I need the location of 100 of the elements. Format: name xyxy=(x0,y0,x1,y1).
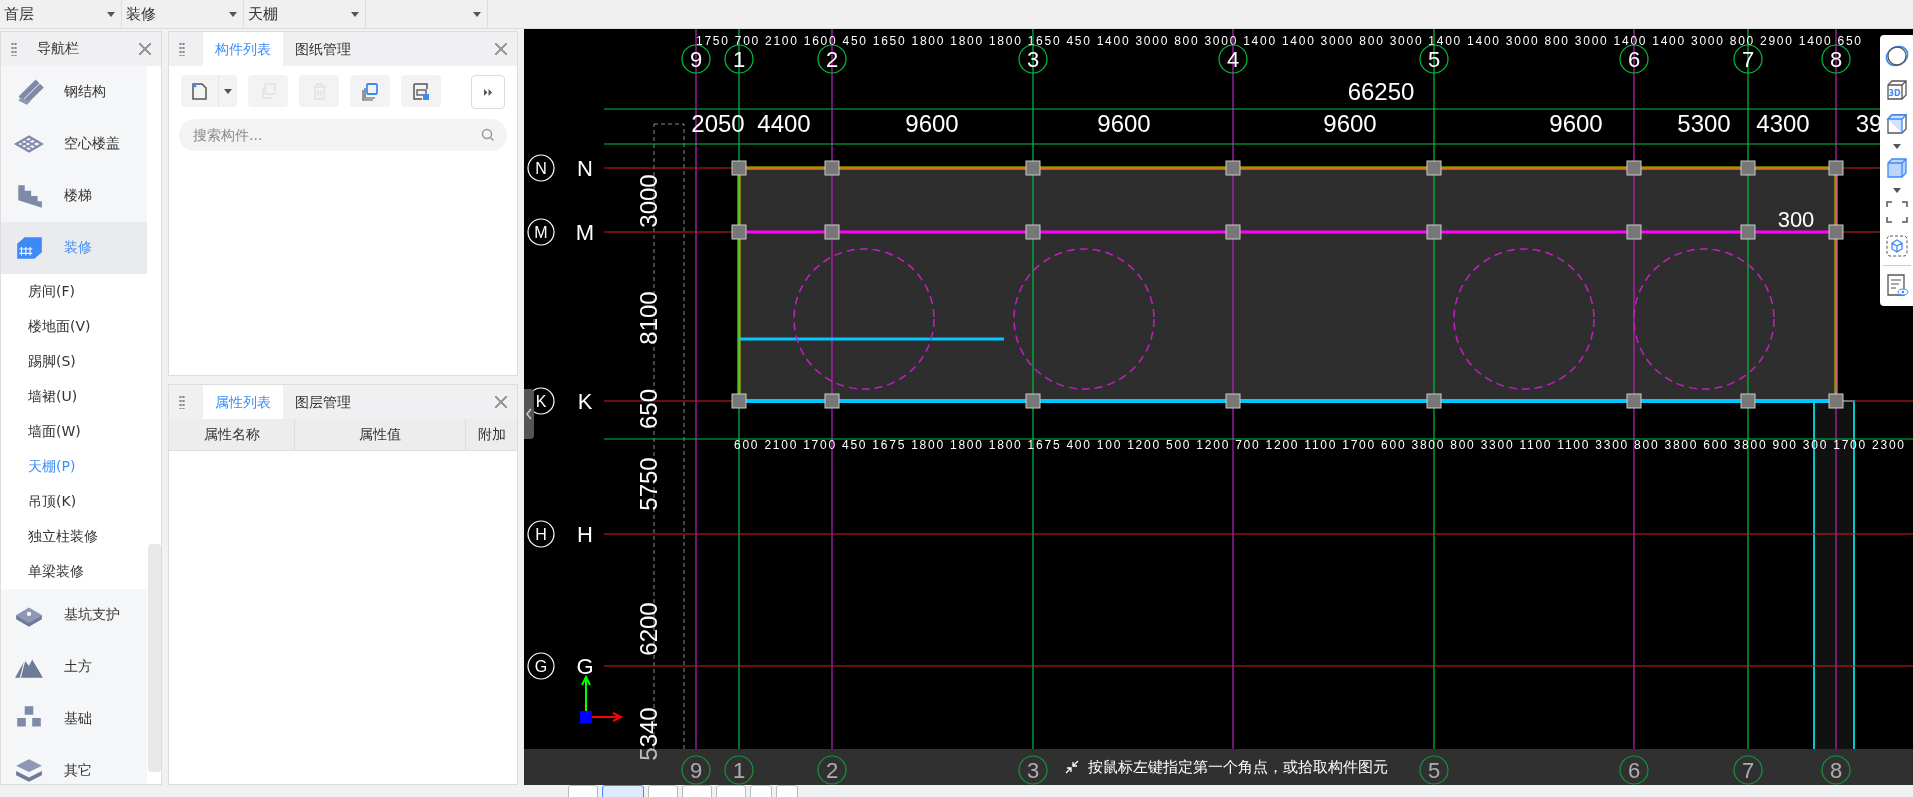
nav-subitem[interactable]: 楼地面(V) xyxy=(1,309,147,344)
dimension-text: 650 xyxy=(635,389,662,429)
caret-icon xyxy=(224,88,232,94)
axis-circle xyxy=(817,755,847,785)
nav-item[interactable]: 基础 xyxy=(1,693,147,745)
column-header[interactable]: 属性名称 xyxy=(169,419,295,450)
dimension-text: 9600 xyxy=(1097,110,1151,137)
axis-label: 5 xyxy=(1427,758,1441,783)
axis-label: 2 xyxy=(825,47,839,72)
dimension-text: 8100 xyxy=(635,291,662,345)
axis-label: K xyxy=(577,389,593,414)
view-label: 3D xyxy=(1888,89,1901,98)
column-header[interactable]: 属性值 xyxy=(295,419,466,450)
axis-circle xyxy=(1018,44,1048,74)
search-field[interactable]: 搜索构件... xyxy=(179,119,507,151)
caret-icon xyxy=(351,11,359,17)
layer-button[interactable] xyxy=(350,75,390,107)
axis-label: 8 xyxy=(1829,47,1843,72)
nav-item[interactable]: 钢结构 xyxy=(1,66,147,118)
axis-label: 8 xyxy=(1829,758,1843,783)
nav-subitem[interactable]: 墙面(W) xyxy=(1,414,147,449)
axis-circle xyxy=(681,755,711,785)
dimension-text: 5750 xyxy=(635,457,662,511)
nav-subitem[interactable]: 墙裙(U) xyxy=(1,379,147,414)
save-icon xyxy=(410,80,432,102)
nav-subitem[interactable]: 踢脚(S) xyxy=(1,344,147,379)
drag-handle-icon[interactable] xyxy=(11,42,17,56)
axis-label: 3 xyxy=(1026,47,1040,72)
dropdown[interactable]: 装修 xyxy=(122,0,244,28)
dimension-text: 9600 xyxy=(1549,110,1603,137)
axis-circle xyxy=(527,218,555,246)
collapse-handle[interactable] xyxy=(524,389,534,439)
close-icon[interactable] xyxy=(495,396,507,408)
axis-label: M xyxy=(575,220,595,245)
tab[interactable]: 图层管理 xyxy=(283,385,363,419)
nav-item[interactable]: 基坑支护 xyxy=(1,589,147,641)
axis-circle xyxy=(724,44,754,74)
other-icon xyxy=(14,756,44,784)
panel-title: 导航栏 xyxy=(36,40,80,58)
column-header[interactable]: 附加 xyxy=(466,419,517,450)
dropdown[interactable]: 首层 xyxy=(0,0,122,28)
axis-circle xyxy=(681,44,711,74)
drag-handle-icon[interactable] xyxy=(179,395,185,409)
axis-circle xyxy=(1733,755,1763,785)
axis-circle xyxy=(1619,755,1649,785)
new-button[interactable] xyxy=(181,75,237,107)
axis-circle xyxy=(1419,44,1449,74)
double-arrow-icon xyxy=(484,88,492,96)
dimension-text: 3000 xyxy=(635,174,662,228)
layers-icon xyxy=(359,80,381,102)
search-icon xyxy=(481,128,495,142)
document-icon xyxy=(189,80,210,102)
axis-label: M xyxy=(534,224,548,241)
save-button[interactable] xyxy=(401,75,441,107)
more-button[interactable] xyxy=(471,75,505,109)
nav-item[interactable]: 楼梯 xyxy=(1,170,147,222)
nav-subitem[interactable]: 吊顶(K) xyxy=(1,484,147,519)
dimension-text: 5300 xyxy=(1677,110,1731,137)
nav-subitem[interactable]: 单梁装修 xyxy=(1,554,147,589)
close-icon[interactable] xyxy=(495,43,507,55)
dimension-text: 4300 xyxy=(1756,110,1810,137)
hint-text: 按鼠标左键指定第一个角点，或拾取构件图元 xyxy=(1088,757,1388,777)
dimension-text: 9600 xyxy=(905,110,959,137)
axis-circle xyxy=(1218,44,1248,74)
close-icon[interactable] xyxy=(139,43,151,55)
dimension-text: 66250 xyxy=(1347,78,1415,105)
axis-circle xyxy=(1619,44,1649,74)
caret-icon[interactable] xyxy=(1892,187,1901,193)
axis-label: 4 xyxy=(1226,47,1240,72)
nav-subitem[interactable]: 独立柱装修 xyxy=(1,519,147,554)
axis-label: N xyxy=(577,156,593,181)
axis-circle xyxy=(1821,755,1851,785)
nav-item[interactable]: 其它 xyxy=(1,745,147,784)
axis-circle xyxy=(1821,44,1851,74)
dropdown[interactable]: 天棚 xyxy=(244,0,366,28)
dimension-text: 5340 xyxy=(635,707,662,761)
scrollbar-thumb[interactable] xyxy=(148,544,161,772)
nav-subitem[interactable]: 房间(F) xyxy=(1,274,147,309)
axis-circle xyxy=(1018,755,1048,785)
axis-circle xyxy=(527,154,555,182)
dimension-text: 4400 xyxy=(757,110,811,137)
axis-label: 3 xyxy=(1026,758,1040,783)
caret-icon[interactable] xyxy=(1892,143,1901,149)
tab[interactable]: 图纸管理 xyxy=(283,32,363,66)
dimension-text: 9600 xyxy=(1323,110,1377,137)
axis-label: 2 xyxy=(825,758,839,783)
dimension-text: 300 xyxy=(1777,207,1815,232)
axis-label: 7 xyxy=(1741,758,1755,783)
axis-circle xyxy=(1419,755,1449,785)
axis-label: 9 xyxy=(689,758,703,783)
dimension-text: 1750 700 2100 1600 450 1650 1800 1800 1800 1650 450 1400 3000 800 3000 1400 1400 3000 800 3000 1400 1400 3000 800 3000 1400 1400 3000 800 2900 1400 650 xyxy=(696,34,1861,48)
axis-label: 6 xyxy=(1627,47,1641,72)
nav-item[interactable]: 土方 xyxy=(1,641,147,693)
axis-label: 5 xyxy=(1427,47,1441,72)
drag-handle-icon[interactable] xyxy=(179,42,185,56)
axis-label: N xyxy=(535,160,547,177)
axis-circle xyxy=(724,755,754,785)
caret-icon xyxy=(473,11,481,17)
nav-item[interactable]: 空心楼盖 xyxy=(1,118,147,170)
dimension-text: 6200 xyxy=(635,602,662,656)
